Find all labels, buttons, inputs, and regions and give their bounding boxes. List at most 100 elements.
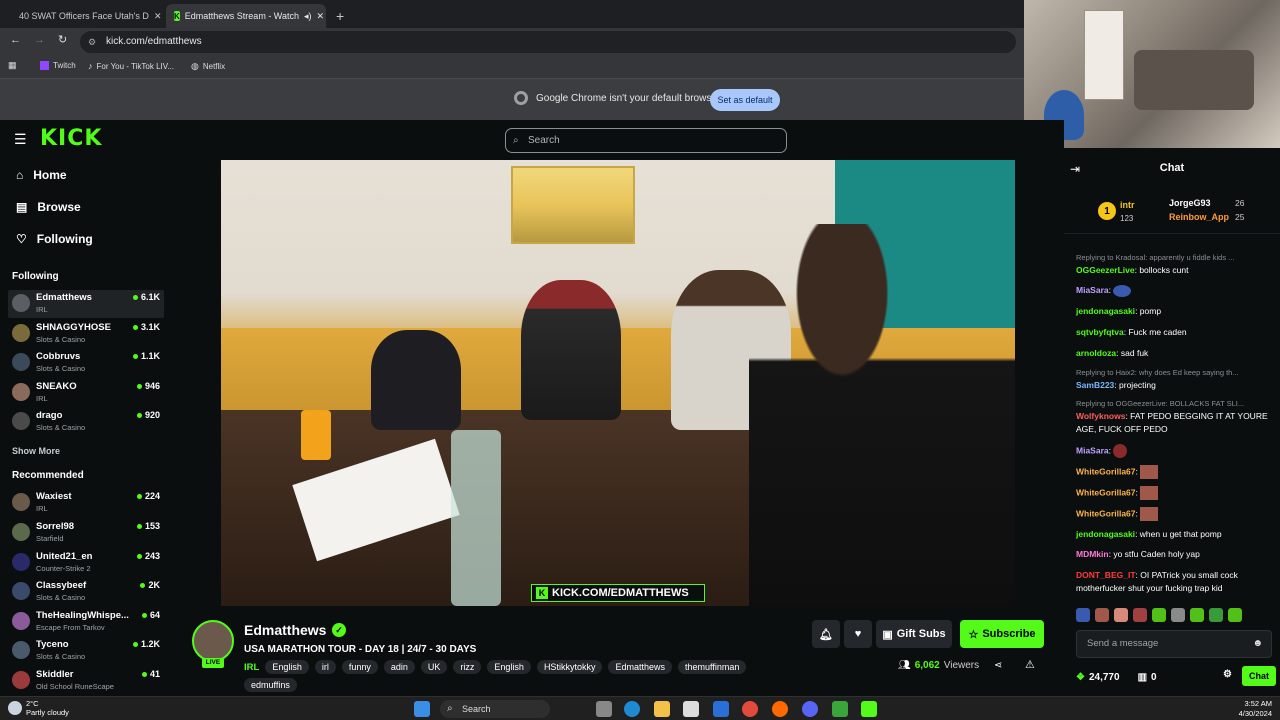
start-icon[interactable] — [414, 701, 430, 717]
chat-username[interactable]: jendonagasaki — [1076, 529, 1135, 539]
app-icon[interactable] — [772, 701, 788, 717]
tag[interactable]: UK — [420, 660, 448, 674]
tag[interactable]: funny — [341, 660, 378, 674]
streamer-avatar[interactable] — [192, 620, 234, 662]
sidebar-channel-thehealingwhisper[interactable]: TheHealingWhispe... Escape From Tarkov 6… — [8, 608, 164, 636]
chat-username[interactable]: SamB223 — [1076, 380, 1114, 390]
reply-context: Replying to OGGeezerLive: BOLLACKS FAT S… — [1076, 399, 1245, 408]
emote-icon[interactable] — [1190, 608, 1204, 622]
search-input[interactable]: ⌕ Search — [505, 128, 787, 153]
chat-username[interactable]: WhiteGorilla67 — [1076, 508, 1136, 518]
browser-tab-kick[interactable]: K Edmatthews Stream - Watch ◂) ✕ — [166, 4, 326, 28]
notifications-button[interactable]: 🔔︎ — [812, 620, 840, 648]
apps-icon[interactable]: ▦ — [8, 60, 17, 71]
chat-username[interactable]: MiaSara — [1076, 445, 1109, 455]
kick-logo[interactable]: KICK — [40, 126, 102, 151]
sidebar-channel-tyceno[interactable]: Tyceno Slots & Casino 1.2K — [8, 637, 164, 665]
chat-username[interactable]: jendonagasaki — [1076, 306, 1135, 316]
bookmark-tiktok[interactable]: ♪ For You - TikTok LIV... — [88, 61, 174, 71]
bag-count[interactable]: 0 — [1151, 672, 1157, 683]
chat-username[interactable]: DONT_BEG_IT — [1076, 570, 1136, 580]
sidebar-channel-cobbruvs[interactable]: Cobbruvs Slots & Casino 1.1K — [8, 349, 164, 377]
settings-icon[interactable]: ⚙ — [1223, 669, 1232, 680]
sidebar-channel-waxiest[interactable]: Waxiest IRL 224 — [8, 489, 164, 517]
tag[interactable]: irl — [314, 660, 336, 674]
tag[interactable]: themuffinman — [677, 660, 747, 674]
url-input[interactable]: ⚙ kick.com/edmatthews — [80, 31, 1016, 53]
kick-app-icon[interactable] — [861, 701, 877, 717]
sidebar-channel-classybeef[interactable]: Classybeef Slots & Casino 2K — [8, 578, 164, 606]
chat-username[interactable]: MDMkin — [1076, 549, 1109, 559]
taskbar-search[interactable]: ⌕ Search — [440, 700, 550, 718]
tag[interactable]: adin — [383, 660, 415, 674]
weather-widget[interactable]: 2°C Partly cloudy — [8, 699, 69, 717]
emote-icon[interactable] — [1171, 608, 1185, 622]
site-info-icon[interactable]: ⚙ — [88, 31, 96, 53]
sidebar-channel-skiddler[interactable]: Skiddler Old School RuneScape 41 — [8, 667, 164, 695]
emote-icon[interactable] — [1076, 608, 1090, 622]
emote-icon[interactable] — [1228, 608, 1242, 622]
streamer-name[interactable]: Edmatthews — [244, 622, 326, 638]
tag[interactable]: HStikkytokky — [536, 660, 603, 674]
forward-icon[interactable]: → — [34, 34, 45, 46]
mail-icon[interactable] — [713, 701, 729, 717]
chat-message-input[interactable]: Send a message ☻ — [1076, 630, 1272, 658]
bookmark-netflix[interactable]: ◍ Netflix — [191, 61, 225, 72]
sidebar-channel-shnaggyhose[interactable]: SHNAGGYHOSE Slots & Casino 3.1K — [8, 320, 164, 348]
tag[interactable]: edmuffins — [244, 678, 297, 692]
back-icon[interactable]: ← — [10, 34, 21, 46]
set-as-default-button[interactable]: Set as default — [710, 89, 780, 111]
menu-icon[interactable]: ☰ — [14, 131, 27, 148]
system-clock[interactable]: 3:52 AM 4/30/2024 — [1239, 699, 1272, 719]
tag[interactable]: Edmatthews — [608, 660, 672, 674]
follow-button[interactable]: ♥ — [844, 620, 872, 648]
emoji-icon[interactable]: ☻ — [1252, 631, 1263, 657]
chat-username[interactable]: MiaSara — [1076, 285, 1109, 295]
emote-icon[interactable] — [1209, 608, 1223, 622]
sidebar-channel-drago[interactable]: drago Slots & Casino 920 — [8, 408, 164, 436]
new-tab-button[interactable]: + — [328, 4, 352, 28]
close-icon[interactable]: ✕ — [154, 11, 162, 22]
video-player[interactable]: K KICK.COM/EDMATTHEWS — [221, 160, 1015, 606]
store-icon[interactable] — [683, 701, 699, 717]
edge-icon[interactable] — [624, 701, 640, 717]
reload-icon[interactable]: ↻ — [58, 33, 67, 46]
sidebar-channel-edmatthews[interactable]: Edmatthews IRL 6.1K — [8, 290, 164, 318]
gift-subs-button[interactable]: ▣ Gift Subs — [876, 620, 952, 648]
tag[interactable]: English — [265, 660, 309, 674]
nav-browse[interactable]: ▤ Browse — [16, 200, 81, 214]
speaker-icon[interactable]: ◂) — [304, 11, 312, 22]
emote-icon[interactable] — [1114, 608, 1128, 622]
show-more-link[interactable]: Show More — [12, 446, 60, 456]
xbox-icon[interactable] — [832, 701, 848, 717]
tag[interactable]: English — [487, 660, 531, 674]
report-icon[interactable]: ⚠ — [1025, 658, 1035, 671]
send-chat-button[interactable]: Chat — [1242, 666, 1276, 686]
share-icon[interactable]: ⋖ — [994, 660, 1002, 671]
chat-username[interactable]: arnoldoza — [1076, 348, 1116, 358]
category-link[interactable]: IRL — [244, 662, 259, 673]
task-view-icon[interactable] — [596, 701, 612, 717]
close-icon[interactable]: ✕ — [317, 11, 325, 22]
chat-username[interactable]: WhiteGorilla67 — [1076, 466, 1136, 476]
emote-icon[interactable] — [1133, 608, 1147, 622]
emote-icon[interactable] — [1095, 608, 1109, 622]
nav-home[interactable]: ⌂ Home — [16, 168, 67, 182]
chat-username[interactable]: OGGeezerLive — [1076, 265, 1135, 275]
sidebar-channel-sneako[interactable]: SNEAKO IRL 946 — [8, 379, 164, 407]
chat-username[interactable]: WhiteGorilla67 — [1076, 487, 1136, 497]
sidebar-channel-united21-en[interactable]: United21_en Counter-Strike 2 243 — [8, 549, 164, 577]
bookmark-twitch[interactable]: Twitch — [40, 61, 76, 70]
chrome-icon[interactable] — [742, 701, 758, 717]
channel-points[interactable]: 24,770 — [1089, 672, 1120, 683]
chat-username[interactable]: Wolfyknows — [1076, 411, 1125, 421]
discord-icon[interactable] — [802, 701, 818, 717]
sidebar-channel-sorrel98[interactable]: Sorrel98 Starfield 153 — [8, 519, 164, 547]
subscribe-button[interactable]: ☆ Subscribe — [960, 620, 1044, 648]
browser-tab-youtube[interactable]: 40 SWAT Officers Face Utah's D ✕ — [6, 4, 162, 28]
chat-username[interactable]: sqtvbyfqtva — [1076, 327, 1124, 337]
nav-following[interactable]: ♡ Following — [16, 232, 93, 246]
file-explorer-icon[interactable] — [654, 701, 670, 717]
tag[interactable]: rizz — [453, 660, 482, 674]
emote-icon[interactable] — [1152, 608, 1166, 622]
